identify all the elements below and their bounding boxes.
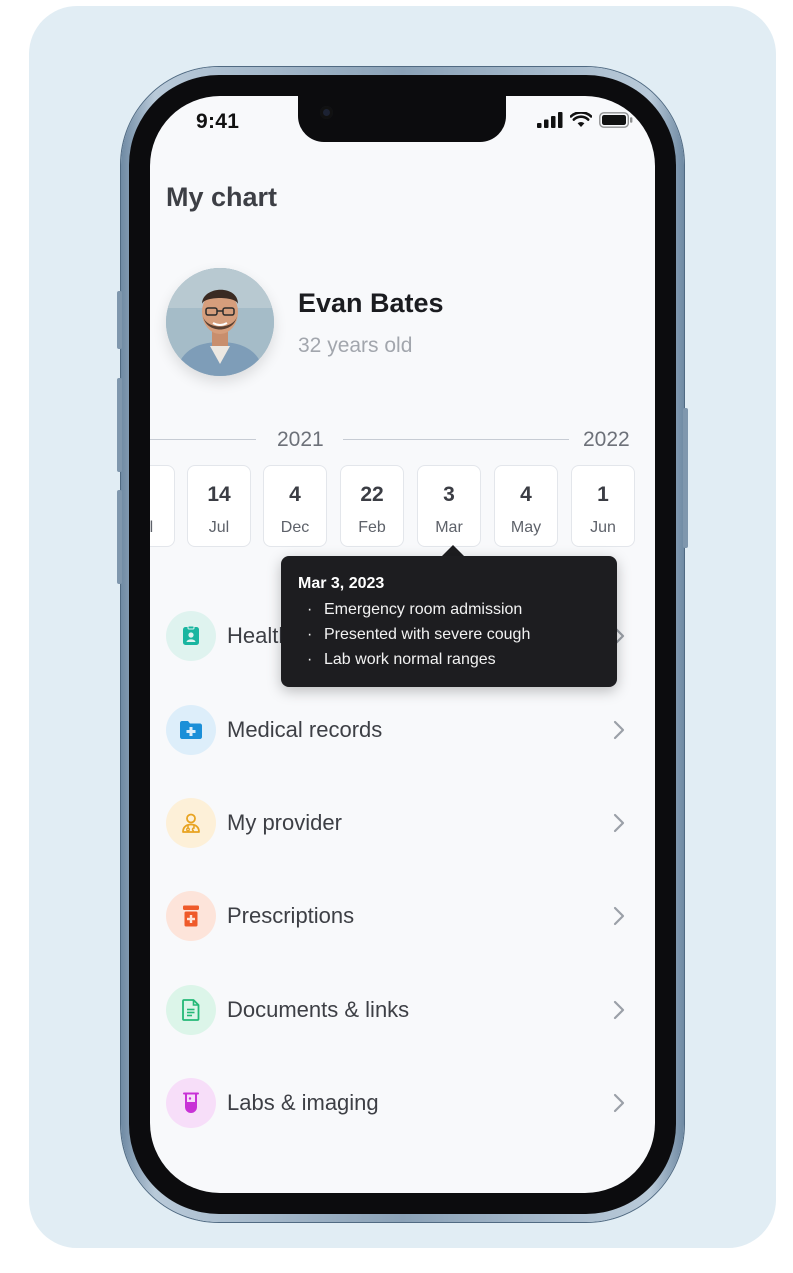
menu-item-medical-records[interactable]: Medical records: [150, 695, 655, 765]
date-chip[interactable]: 4 Dec: [263, 465, 327, 547]
front-camera: [320, 106, 333, 119]
timeline-divider: [343, 439, 569, 440]
menu-item-label: My provider: [227, 810, 342, 835]
tooltip-list: · Emergency room admission · Presented wit…: [298, 597, 530, 672]
date-chip-month: May: [510, 519, 542, 536]
status-icons: [537, 112, 633, 128]
chevron-right-icon: [613, 1093, 625, 1113]
date-chip-day: 14: [207, 483, 231, 506]
menu-item-my-provider[interactable]: My provider: [150, 788, 655, 858]
profile-age: 32 years old: [298, 334, 413, 357]
tooltip-title: Mar 3, 2023: [298, 575, 385, 592]
chevron-right-icon: [613, 1000, 625, 1020]
status-time: 9:41: [196, 110, 240, 133]
document-icon: [166, 985, 216, 1035]
menu-item-label: Documents & links: [227, 997, 410, 1022]
doctor-icon: [166, 798, 216, 848]
tooltip-item: · Presented with severe cough: [307, 626, 531, 643]
date-chip-day: 4: [520, 483, 532, 506]
timeline-divider: [150, 439, 256, 440]
date-chip-month: Feb: [358, 519, 386, 536]
power-button: [683, 408, 688, 548]
avatar: [166, 268, 274, 376]
date-chip-day: 22: [360, 483, 384, 506]
date-chip[interactable]: 4 May: [494, 465, 558, 547]
volume-up-button: [117, 378, 122, 472]
wifi-icon: [570, 112, 592, 127]
menu-item-label: Medical records: [227, 717, 383, 742]
menu-item-prescriptions[interactable]: Prescriptions: [150, 881, 655, 951]
year-label-2022: 2022: [583, 428, 630, 451]
id-badge-icon: [166, 611, 216, 661]
date-chip-selected[interactable]: 3 Mar: [417, 465, 481, 547]
date-chip[interactable]: 1 Jun: [571, 465, 635, 547]
year-label-2021: 2021: [277, 428, 324, 451]
date-chip-day: 4: [289, 483, 301, 506]
menu-item-label: Labs & imaging: [227, 1090, 379, 1115]
chevron-right-icon: [613, 720, 625, 740]
date-tooltip: Mar 3, 2023 · Emergency room admission · P…: [281, 556, 617, 687]
signal-icon: [537, 112, 563, 128]
date-chip-month: Dec: [280, 519, 310, 536]
date-chip-day: 3: [443, 483, 455, 506]
mute-switch: [117, 291, 122, 349]
phone-screen: 9:41 My chart Evan Bates 32 years old 20…: [150, 96, 655, 1193]
pill-bottle-icon: [166, 891, 216, 941]
chevron-right-icon: [613, 906, 625, 926]
date-chip-month: Jul: [150, 519, 154, 536]
date-chip-day: 1: [597, 483, 609, 506]
test-tube-icon: [166, 1078, 216, 1128]
volume-down-button: [117, 490, 122, 584]
menu-item-labs-imaging[interactable]: Labs & imaging: [150, 1068, 655, 1138]
notch: [298, 96, 506, 142]
menu-item-documents-links[interactable]: Documents & links: [150, 975, 655, 1045]
medical-folder-icon: [166, 705, 216, 755]
date-chip[interactable]: 2 Jul: [150, 465, 175, 547]
chevron-right-icon: [613, 813, 625, 833]
tooltip-item: · Lab work normal ranges: [307, 651, 496, 668]
date-chip-day: 2: [150, 483, 174, 507]
date-chip-month: Mar: [435, 519, 463, 536]
menu-item-label: Prescriptions: [227, 903, 355, 928]
battery-icon: [599, 112, 633, 128]
date-chip[interactable]: 22 Feb: [340, 465, 404, 547]
date-chip-month: Jul: [208, 519, 230, 536]
date-chip[interactable]: 14 Jul: [187, 465, 251, 547]
page-title: My chart: [166, 182, 278, 212]
date-chip-month: Jun: [590, 519, 616, 536]
tooltip-item: · Emergency room admission: [307, 601, 523, 618]
profile-name: Evan Bates: [298, 288, 444, 318]
